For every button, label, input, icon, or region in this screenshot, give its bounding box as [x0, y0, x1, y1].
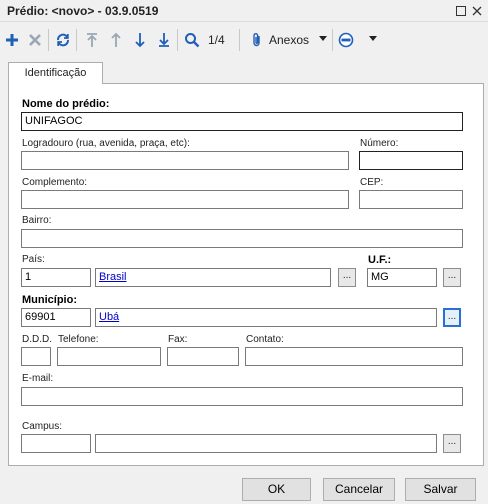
chevron-down-icon[interactable] — [319, 33, 327, 46]
fax-label: Fax: — [168, 334, 188, 345]
fax-field[interactable] — [167, 347, 239, 366]
chevron-down-icon[interactable] — [369, 33, 377, 46]
campus-lookup-button[interactable]: ... — [443, 434, 461, 453]
building-name-label: Nome do prédio: — [22, 98, 110, 110]
add-icon[interactable] — [3, 31, 21, 49]
close-icon[interactable] — [469, 3, 485, 19]
paperclip-icon[interactable] — [248, 31, 266, 49]
city-code-field[interactable]: 69901 — [21, 308, 91, 327]
attachments-button[interactable]: Anexos — [269, 33, 309, 47]
number-field[interactable] — [359, 151, 463, 170]
campus-label: Campus: — [22, 421, 63, 432]
title-bar: Prédio: <novo> - 03.9.0519 — [0, 0, 488, 22]
state-field[interactable]: MG — [367, 268, 437, 287]
maximize-icon[interactable] — [453, 3, 469, 19]
toolbar-separator — [177, 29, 178, 51]
toolbar-separator — [76, 29, 77, 51]
next-record-icon[interactable] — [131, 31, 149, 49]
actions-icon[interactable] — [337, 31, 355, 49]
zip-label: CEP: — [360, 177, 384, 188]
save-button[interactable]: Salvar — [405, 478, 476, 501]
city-label: Município: — [22, 294, 77, 306]
city-name-link[interactable]: Ubá — [99, 311, 119, 323]
first-record-icon[interactable] — [83, 31, 101, 49]
refresh-icon[interactable] — [54, 31, 72, 49]
complement-label: Complemento: — [22, 177, 88, 188]
campus-code-field[interactable] — [21, 434, 91, 453]
contact-field[interactable] — [245, 347, 463, 366]
country-lookup-button[interactable]: ... — [338, 268, 356, 287]
tab-identificacao[interactable]: Identificação — [8, 62, 103, 84]
toolbar-separator — [332, 29, 333, 51]
toolbar-separator — [48, 29, 49, 51]
cancel-button[interactable]: Cancelar — [323, 478, 395, 501]
record-counter: 1/4 — [208, 33, 225, 47]
zip-field[interactable] — [359, 190, 463, 209]
campus-name-field[interactable] — [95, 434, 437, 453]
phone-label: Telefone: — [58, 334, 99, 345]
country-code-field[interactable]: 1 — [21, 268, 91, 287]
area-code-label: D.D.D. — [22, 334, 52, 345]
city-name-field[interactable]: Ubá — [95, 308, 437, 327]
area-code-field[interactable] — [21, 347, 51, 366]
complement-field[interactable] — [21, 190, 349, 209]
street-field[interactable] — [21, 151, 349, 170]
building-name-field[interactable]: UNIFAGOC — [21, 112, 463, 131]
number-label: Número: — [360, 138, 399, 149]
email-field[interactable] — [21, 387, 463, 406]
phone-field[interactable] — [57, 347, 161, 366]
toolbar: 1/4 Anexos — [0, 23, 488, 57]
last-record-icon[interactable] — [155, 31, 173, 49]
street-label: Logradouro (rua, avenida, praça, etc): — [22, 138, 190, 149]
country-label: País: — [22, 254, 45, 265]
country-name-field[interactable]: Brasil — [95, 268, 331, 287]
state-label: U.F.: — [368, 254, 392, 266]
state-lookup-button[interactable]: ... — [443, 268, 461, 287]
ok-button[interactable]: OK — [242, 478, 311, 501]
delete-icon[interactable] — [26, 31, 44, 49]
city-lookup-button[interactable]: ... — [443, 308, 461, 327]
district-field[interactable] — [21, 229, 463, 248]
contact-label: Contato: — [246, 334, 284, 345]
email-label: E-mail: — [22, 373, 54, 384]
toolbar-separator — [239, 29, 240, 51]
country-name-link[interactable]: Brasil — [99, 271, 127, 283]
search-icon[interactable] — [183, 31, 201, 49]
previous-record-icon[interactable] — [107, 31, 125, 49]
district-label: Bairro: — [22, 215, 52, 226]
window-title: Prédio: <novo> - 03.9.0519 — [7, 4, 159, 18]
